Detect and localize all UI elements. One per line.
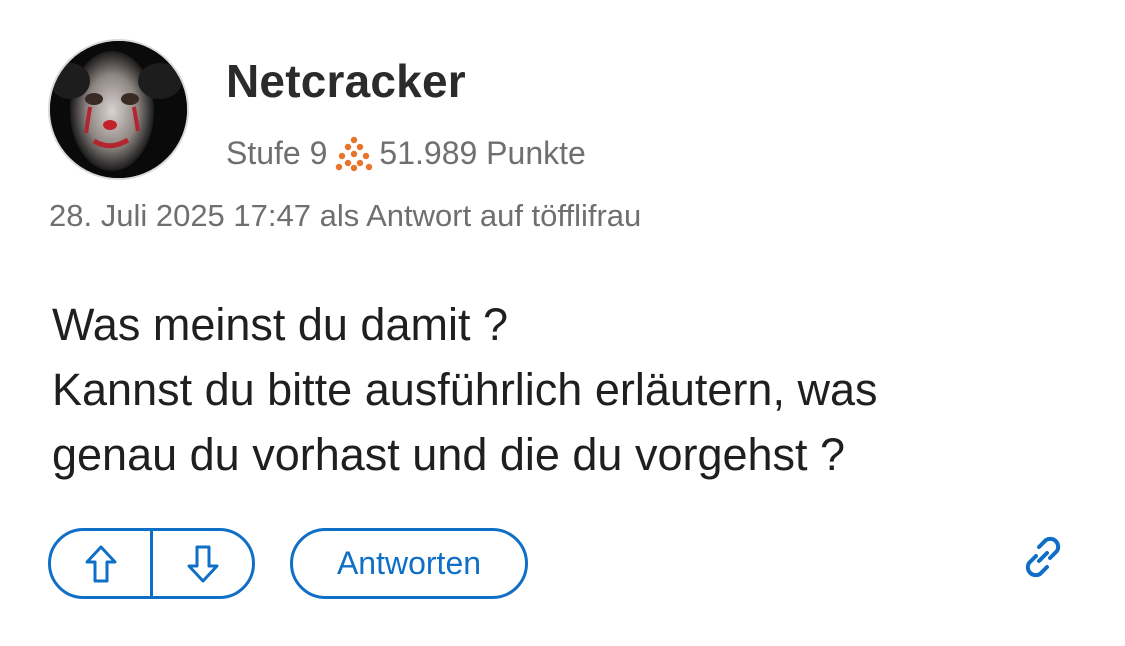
avatar[interactable] [48, 39, 189, 180]
post-meta: 28. Juli 2025 17:47 als Antwort auf töff… [49, 198, 642, 233]
clown-avatar-icon [50, 41, 187, 178]
post-body-line: genau du vorhast und die du vorgehst ? [52, 429, 846, 480]
reply-button[interactable]: Antworten [290, 528, 528, 599]
vote-group [48, 528, 255, 599]
upvote-button[interactable] [51, 531, 150, 596]
downvote-button[interactable] [153, 531, 252, 596]
copy-link-button[interactable] [1015, 529, 1071, 585]
link-icon [1025, 536, 1061, 578]
user-points: 51.989 Punkte [379, 135, 586, 171]
level-dots-icon [335, 136, 373, 172]
post-body: Was meinst du damit ? Kannst du bitte au… [52, 292, 1072, 487]
arrow-up-icon [85, 545, 116, 582]
post-body-line: Kannst du bitte ausführlich erläutern, w… [52, 364, 878, 415]
arrow-down-icon [187, 545, 218, 582]
username[interactable]: Netcracker [226, 54, 466, 108]
user-stats: Stufe 9 51.989 Punkte [226, 135, 586, 172]
post-body-line: Was meinst du damit ? [52, 299, 508, 350]
user-level: Stufe 9 [226, 135, 328, 171]
